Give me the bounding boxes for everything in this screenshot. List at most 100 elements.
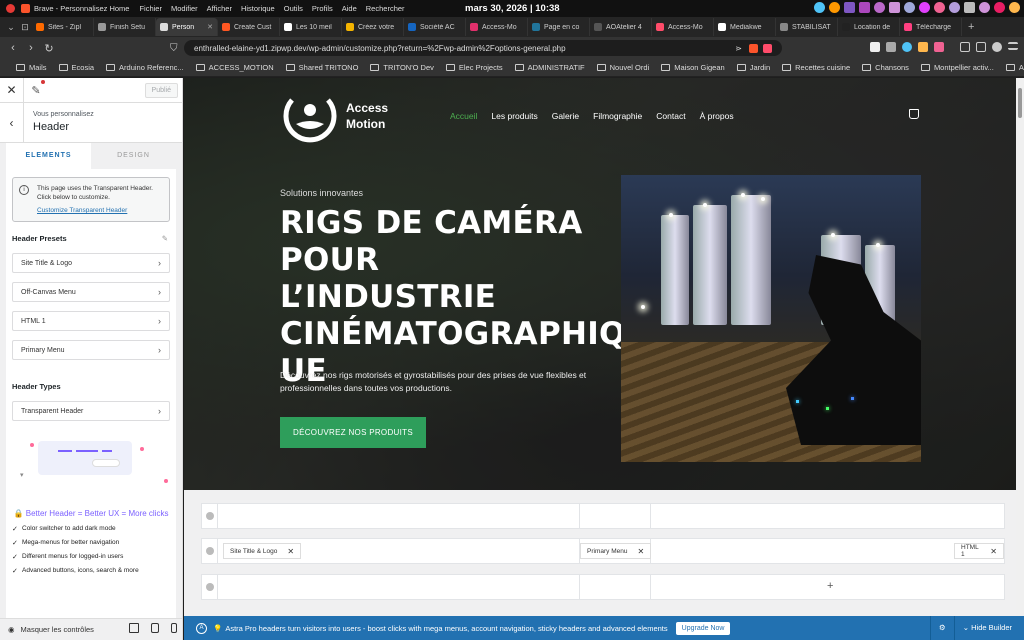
bookmark-item[interactable]: Shared TRITONO — [285, 63, 358, 72]
nav-filmographie[interactable]: Filmographie — [593, 111, 642, 121]
bookmark-item[interactable]: Montpellier activ... — [920, 63, 994, 72]
bookmark-item[interactable]: Jardin — [736, 63, 770, 72]
add-element-button[interactable]: + — [827, 580, 833, 592]
nav-a-propos[interactable]: À propos — [700, 111, 734, 121]
hide-controls-button[interactable]: Masquer les contrôles — [21, 625, 94, 634]
address-bar[interactable]: ⛉ enthralled-elaine-yd1.zipwp.dev/wp-adm… — [170, 40, 782, 56]
tray-app-icon[interactable] — [829, 2, 840, 13]
tray-app-icon[interactable] — [874, 2, 885, 13]
reload-icon[interactable]: ↻ — [42, 42, 56, 55]
builder-row-above[interactable] — [201, 503, 1005, 529]
tray-app-icon[interactable] — [994, 2, 1005, 13]
tab-search-icon[interactable]: ⊡ — [18, 22, 32, 33]
forward-icon[interactable]: › — [24, 42, 38, 54]
row-settings-icon[interactable] — [206, 547, 214, 555]
browser-tab[interactable]: Société AC — [404, 18, 466, 36]
bookmark-item[interactable]: Recettes cuisine — [782, 63, 850, 72]
tab-list-icon[interactable]: ⌄ — [4, 22, 18, 33]
cta-button[interactable]: DÉCOUVREZ NOS PRODUITS — [280, 417, 426, 448]
wallet-icon[interactable] — [976, 42, 986, 52]
tray-app-icon[interactable] — [859, 2, 870, 13]
site-title[interactable]: Access Motion — [346, 100, 388, 132]
preset-primary-menu[interactable]: Primary Menu › — [12, 340, 170, 361]
menu-fichier[interactable]: Fichier — [139, 4, 162, 13]
scrollbar-thumb[interactable] — [1018, 88, 1022, 118]
remove-icon[interactable]: ✕ — [637, 547, 644, 556]
menu-historique[interactable]: Historique — [241, 4, 275, 13]
mobile-icon[interactable] — [171, 623, 177, 633]
menu-modifier[interactable]: Modifier — [171, 4, 198, 13]
remove-icon[interactable]: ✕ — [990, 547, 997, 556]
browser-tab[interactable]: Access-Mo — [652, 18, 714, 36]
menu-afficher[interactable]: Afficher — [207, 4, 232, 13]
site-logo-icon[interactable] — [282, 88, 338, 144]
os-logo-icon[interactable] — [6, 4, 15, 13]
browser-tab[interactable]: Sites - Zipl — [32, 18, 94, 36]
browser-tab[interactable]: STABILISAT — [776, 18, 838, 36]
brave-shields-icon[interactable] — [749, 43, 758, 53]
nav-contact[interactable]: Contact — [656, 111, 685, 121]
bookmark-item[interactable]: Maison Gigean — [661, 63, 725, 72]
preview-scrollbar[interactable] — [1016, 78, 1024, 616]
tab-close-icon[interactable]: ✕ — [207, 23, 213, 31]
preset-site-title-logo[interactable]: Site Title & Logo › — [12, 253, 170, 274]
edit-icon[interactable]: ✎ — [162, 234, 168, 243]
gear-icon[interactable]: ⚙ — [929, 616, 954, 640]
browser-tab[interactable]: Mediakwe — [714, 18, 776, 36]
menu-outils[interactable]: Outils — [284, 4, 303, 13]
back-chevron-icon[interactable]: ‹ — [0, 103, 24, 143]
browser-tab[interactable]: Location de — [838, 18, 900, 36]
preset-html-1[interactable]: HTML 1 › — [12, 311, 170, 332]
promo-title[interactable]: 🔒 Better Header = Better UX = More click… — [12, 509, 170, 518]
builder-chip-site-title-logo[interactable]: Site Title & Logo ✕ — [223, 543, 302, 559]
desktop-icon[interactable] — [129, 623, 139, 633]
battery-icon[interactable] — [964, 2, 975, 13]
browser-tab[interactable]: Access-Mo — [466, 18, 528, 36]
builder-row-below[interactable]: + — [201, 574, 1005, 600]
preset-off-canvas-menu[interactable]: Off-Canvas Menu › — [12, 282, 170, 303]
brave-app-icon[interactable] — [21, 4, 30, 13]
row-settings-icon[interactable] — [206, 583, 214, 591]
close-icon[interactable]: ✕ — [0, 78, 24, 103]
bookmark-item[interactable]: Arduino Referenc... — [106, 63, 184, 72]
bookmark-item[interactable]: Ecosia — [58, 63, 94, 72]
user-avatar-icon[interactable] — [1009, 2, 1020, 13]
bookmark-item[interactable]: Assistant Op infos — [1005, 63, 1024, 72]
browser-tab[interactable]: Les 10 meil — [280, 18, 342, 36]
tab-elements[interactable]: ELEMENTS — [6, 143, 91, 169]
browser-tab[interactable]: Créez votre — [342, 18, 404, 36]
nav-accueil[interactable]: Accueil — [450, 111, 477, 121]
bookmark-item[interactable]: ADMINISTRATIF — [514, 63, 585, 72]
menu-profils[interactable]: Profils — [312, 4, 333, 13]
browser-tab[interactable]: Télécharge — [900, 18, 962, 36]
extension-icon[interactable] — [902, 42, 912, 52]
menu-rechercher[interactable]: Rechercher — [366, 4, 405, 13]
browser-tab[interactable]: Page en co — [528, 18, 590, 36]
bookmark-item[interactable]: ACCESS_MOTION — [195, 63, 274, 72]
builder-row-primary[interactable]: Site Title & Logo ✕ Primary Menu ✕ HTML 1 ✕ — [201, 538, 1005, 564]
back-icon[interactable]: ‹ — [6, 42, 20, 54]
nav-les-produits[interactable]: Les produits — [491, 111, 537, 121]
extension-icon[interactable] — [870, 42, 880, 52]
pencil-icon[interactable]: ✎ — [24, 79, 48, 97]
eye-icon[interactable]: ◉ — [8, 625, 15, 634]
cart-icon[interactable] — [909, 109, 919, 119]
tray-app-icon[interactable] — [889, 2, 900, 13]
browser-tab[interactable]: Person ✕ — [156, 18, 218, 36]
customize-transparent-link[interactable]: Customize Transparent Header — [37, 206, 163, 215]
volume-icon[interactable] — [979, 2, 990, 13]
builder-chip-html-1[interactable]: HTML 1 ✕ — [954, 543, 1004, 559]
browser-tab[interactable]: Finish Setu — [94, 18, 156, 36]
extension-icon[interactable] — [918, 42, 928, 52]
weather-icon[interactable] — [814, 2, 825, 13]
bookmark-icon[interactable]: ⛉ — [170, 43, 178, 54]
bookmark-item[interactable]: Elec Projects — [445, 63, 503, 72]
url-text[interactable]: enthralled-elaine-yd1.zipwp.dev/wp-admin… — [194, 44, 566, 53]
remove-icon[interactable]: ✕ — [287, 547, 294, 556]
share-icon[interactable]: ⋗ — [735, 44, 742, 53]
bookmark-item[interactable]: TRITON'O Dev — [370, 63, 434, 72]
tray-app-icon[interactable] — [934, 2, 945, 13]
bookmark-item[interactable]: Chansons — [862, 63, 909, 72]
bookmark-item[interactable]: Mails — [16, 63, 47, 72]
tray-app-icon[interactable] — [844, 2, 855, 13]
